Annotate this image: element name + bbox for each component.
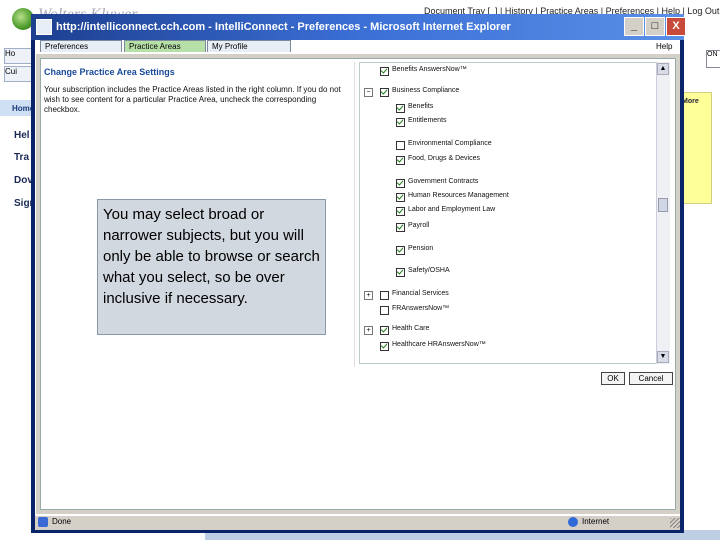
practice-area-checkbox[interactable] (380, 67, 389, 76)
practice-area-label: Environmental Compliance (408, 140, 492, 147)
section-title: Change Practice Area Settings (44, 67, 175, 77)
practice-area-list[interactable]: Benefits AnswersNow™ − Business Compliance… (359, 62, 670, 364)
tab-preferences[interactable]: Preferences (40, 40, 122, 52)
practice-area-checkbox[interactable] (396, 268, 405, 277)
top-nav-logout[interactable]: Log Out (687, 6, 719, 16)
background-right-box: ON (706, 50, 720, 68)
practice-area-label: Labor and Employment Law (408, 206, 496, 213)
practice-area-label: Benefits AnswersNow™ (392, 66, 467, 73)
minimize-button[interactable]: _ (624, 17, 644, 36)
tab-my-profile[interactable]: My Profile (207, 40, 291, 52)
practice-area-checkbox[interactable] (396, 193, 405, 202)
cancel-button[interactable]: Cancel (629, 372, 673, 385)
ok-button[interactable]: OK (601, 372, 625, 385)
scroll-down-icon[interactable]: ▼ (657, 351, 669, 363)
panel-divider (354, 62, 355, 367)
status-text: Done (52, 517, 72, 526)
section-description: Your subscription includes the Practice … (44, 85, 341, 114)
resize-grip-icon[interactable] (670, 518, 680, 528)
practice-area-label: Entitlements (408, 117, 447, 124)
ie-page-icon (36, 19, 52, 35)
page-status-icon (38, 517, 48, 527)
practice-area-checkbox[interactable] (380, 342, 389, 351)
practice-area-checkbox[interactable] (396, 141, 405, 150)
help-tooltip: You may select broad or narrower subject… (97, 199, 326, 335)
practice-area-label: Food, Drugs & Devices (408, 155, 480, 162)
practice-area-label: Safety/OSHA (408, 267, 450, 274)
tab-practice-areas[interactable]: Practice Areas (124, 40, 206, 52)
zone-text: Internet (582, 517, 610, 526)
practice-area-checkbox[interactable] (396, 118, 405, 127)
expand-toggle-icon[interactable]: + (364, 326, 373, 335)
practice-area-checkbox[interactable] (380, 326, 389, 335)
help-link[interactable]: Help (656, 42, 672, 51)
practice-area-checkbox[interactable] (380, 88, 389, 97)
practice-area-label: Payroll (408, 222, 430, 229)
practice-area-label: Human Resources Management (408, 192, 509, 199)
practice-area-checkbox[interactable] (396, 223, 405, 232)
practice-area-checkbox[interactable] (380, 306, 389, 315)
expand-toggle-icon[interactable]: + (364, 291, 373, 300)
scroll-up-icon[interactable]: ▲ (657, 63, 669, 75)
scroll-thumb[interactable] (658, 198, 668, 212)
background-side-training[interactable]: Tra (14, 152, 29, 163)
practice-area-label: Benefits (408, 103, 434, 110)
practice-area-checkbox[interactable] (396, 246, 405, 255)
practice-area-label: Healthcare HRAnswersNow™ (392, 341, 486, 348)
practice-area-checkbox[interactable] (396, 207, 405, 216)
practice-area-label: Government Contracts (408, 178, 479, 185)
practice-area-checkbox[interactable] (396, 179, 405, 188)
practice-area-checkbox[interactable] (396, 104, 405, 113)
background-side-help[interactable]: Hel (14, 130, 30, 141)
practice-area-label: Business Compliance (392, 87, 460, 94)
practice-area-checkbox[interactable] (396, 156, 405, 165)
practice-area-label: Pension (408, 245, 434, 252)
internet-zone-icon (568, 517, 578, 527)
list-scrollbar[interactable] (656, 62, 670, 364)
practice-area-label: Health Care (392, 325, 430, 332)
maximize-button[interactable]: □ (645, 17, 665, 36)
window-title: http://intelliconnect.cch.com - IntelliC… (56, 21, 511, 33)
background-more-link[interactable]: More (682, 98, 699, 105)
practice-area-checkbox[interactable] (380, 291, 389, 300)
close-button[interactable]: X (666, 17, 686, 36)
expand-toggle-icon[interactable]: − (364, 88, 373, 97)
practice-area-label: FRAnswersNow™ (392, 305, 450, 312)
practice-area-label: Financial Services (392, 290, 449, 297)
